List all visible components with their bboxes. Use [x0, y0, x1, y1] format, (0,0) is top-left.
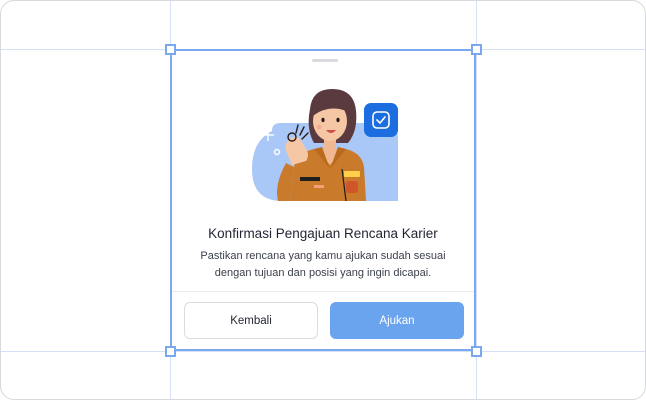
confirmation-dialog: Konfirmasi Pengajuan Rencana Karier Past…: [170, 49, 476, 351]
officer-illustration: [252, 89, 398, 201]
drag-handle-bar[interactable]: [312, 59, 338, 62]
guide-line-horizontal: [1, 351, 645, 352]
check-badge-icon: [364, 103, 398, 137]
dialog-title: Konfirmasi Pengajuan Rencana Karier: [208, 226, 438, 241]
resize-handle-top-left[interactable]: [165, 44, 176, 55]
resize-handle-bottom-right[interactable]: [471, 346, 482, 357]
dialog-description: Pastikan rencana yang kamu ajukan sudah …: [200, 250, 446, 279]
canvas-frame: Konfirmasi Pengajuan Rencana Karier Past…: [0, 0, 646, 400]
resize-handle-bottom-left[interactable]: [165, 346, 176, 357]
guide-line-vertical: [476, 1, 477, 399]
submit-button[interactable]: Ajukan: [330, 302, 464, 339]
back-button[interactable]: Kembali: [184, 302, 318, 339]
dialog-divider: [172, 291, 474, 292]
resize-handle-top-right[interactable]: [471, 44, 482, 55]
